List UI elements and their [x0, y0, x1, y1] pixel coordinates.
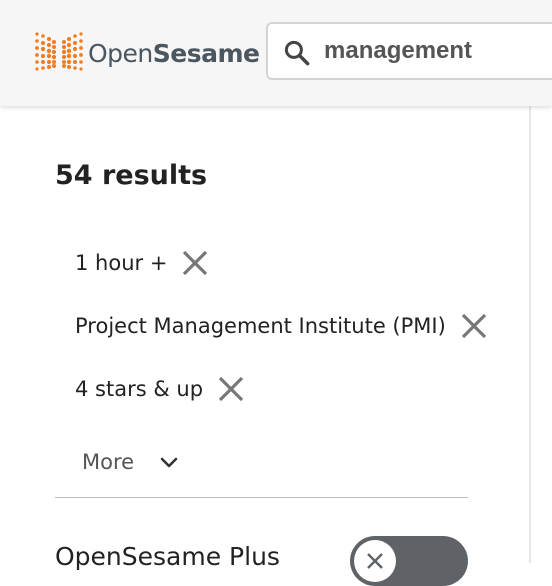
search-input[interactable]	[324, 32, 552, 70]
logo-text-open: Open	[88, 38, 153, 68]
logo-text-sesame: Sesame	[152, 38, 260, 68]
opensesame-logo[interactable]: OpenSesame	[34, 30, 260, 76]
search-box[interactable]	[266, 22, 552, 80]
panel-divider	[529, 106, 531, 563]
opensesame-plus-label: OpenSesame Plus	[55, 542, 280, 571]
active-filter-provider: Project Management Institute (PMI)	[75, 306, 488, 346]
more-filters-button[interactable]: More	[82, 444, 180, 480]
results-count: 54 results	[55, 160, 208, 191]
active-filter-duration: 1 hour +	[75, 243, 209, 283]
more-label: More	[82, 450, 135, 474]
close-icon[interactable]	[460, 312, 488, 340]
active-filter-rating: 4 stars & up	[75, 369, 245, 409]
toggle-knob	[354, 540, 396, 582]
close-icon[interactable]	[181, 249, 209, 277]
chevron-down-icon	[160, 457, 178, 468]
filter-label: 1 hour +	[75, 251, 168, 275]
filter-label: 4 stars & up	[75, 377, 204, 401]
close-icon	[367, 553, 383, 569]
section-divider	[55, 497, 468, 498]
top-header: OpenSesame	[0, 0, 552, 106]
opensesame-plus-toggle[interactable]	[350, 536, 468, 586]
logo-text: OpenSesame	[88, 39, 260, 68]
close-icon[interactable]	[217, 375, 245, 403]
filter-label: Project Management Institute (PMI)	[75, 314, 446, 338]
search-icon[interactable]	[282, 38, 312, 68]
logo-mark-icon	[35, 32, 83, 71]
